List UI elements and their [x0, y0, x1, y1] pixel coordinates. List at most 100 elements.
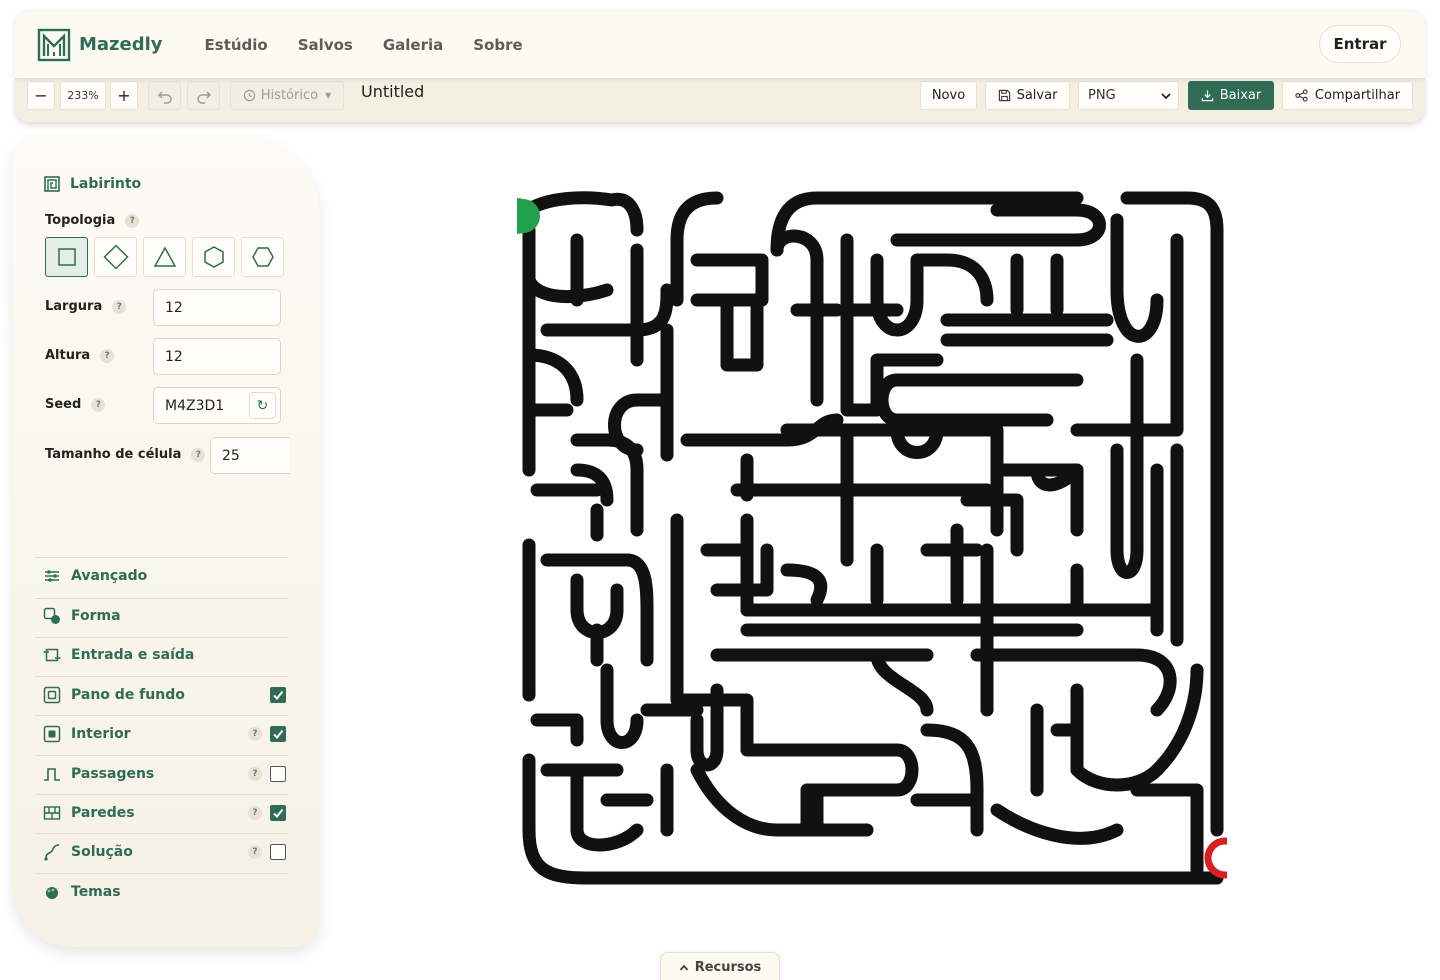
maze-section-icon	[44, 176, 60, 192]
checkmark-icon	[273, 808, 284, 819]
share-button[interactable]: Compartilhar	[1282, 81, 1413, 110]
chevron-down-icon	[1161, 93, 1171, 100]
undo-icon	[157, 91, 172, 104]
maze-wall	[570, 573, 624, 667]
section-label: Paredes	[71, 805, 135, 821]
section-themes[interactable]: Temas	[43, 881, 286, 903]
background-icon	[43, 686, 61, 704]
help-icon[interactable]: ?	[91, 397, 106, 412]
cell-size-label: Tamanho de célula	[45, 447, 182, 462]
editor-toolbar: − 233% + Histórico ▼ Untitled Novo Salva…	[15, 77, 1425, 122]
seed-row: Seed ?	[45, 397, 106, 412]
share-label: Compartilhar	[1314, 88, 1401, 103]
maze-section-header[interactable]: Labirinto	[43, 175, 141, 193]
octagon-icon	[251, 247, 274, 267]
topology-octagon-button[interactable]	[241, 237, 284, 277]
section-label: Passagens	[71, 766, 155, 782]
section-advanced[interactable]: Avançado	[43, 565, 286, 587]
maze-wall	[810, 783, 1204, 877]
redo-button[interactable]	[187, 81, 220, 110]
save-label: Salvar	[1016, 88, 1058, 103]
brand-name: Mazedly	[79, 34, 163, 55]
solution-icon	[44, 844, 60, 861]
maze-wall	[670, 513, 754, 717]
topology-triangle-button[interactable]	[143, 237, 186, 277]
topology-square-button[interactable]	[45, 237, 88, 277]
help-icon[interactable]: ?	[100, 348, 115, 363]
width-input[interactable]: 12	[153, 289, 281, 326]
divider	[35, 598, 288, 599]
maze-wall	[710, 543, 828, 607]
format-select[interactable]: PNG	[1078, 81, 1179, 110]
new-button[interactable]: Novo	[920, 81, 977, 110]
section-solution[interactable]: Solução ?	[43, 841, 286, 863]
nav-studio[interactable]: Estúdio	[205, 36, 268, 54]
help-icon[interactable]: ?	[248, 845, 262, 859]
hexagon-icon	[203, 246, 224, 268]
section-walls[interactable]: Paredes ?	[43, 802, 286, 824]
undo-button[interactable]	[148, 81, 181, 110]
section-entry-exit[interactable]: Entrada e saída	[43, 644, 286, 666]
entry-exit-icon	[43, 648, 61, 662]
redo-icon	[196, 91, 211, 104]
help-icon[interactable]: ?	[248, 767, 262, 781]
cell-size-input[interactable]: 25	[210, 437, 290, 474]
brand[interactable]: Mazedly	[37, 28, 163, 62]
solution-checkbox[interactable]	[270, 844, 286, 860]
resources-tab[interactable]: Recursos	[660, 952, 780, 980]
nav-gallery[interactable]: Galeria	[383, 36, 443, 54]
background-checkbox[interactable]	[270, 687, 286, 703]
triangle-icon	[153, 246, 176, 267]
help-icon[interactable]: ?	[191, 447, 206, 462]
help-icon[interactable]: ?	[248, 806, 262, 820]
section-shape[interactable]: Forma	[43, 605, 286, 627]
history-dropdown[interactable]: Histórico ▼	[230, 81, 344, 110]
maze-wall	[740, 703, 919, 837]
topology-row: Topologia ?	[45, 213, 140, 228]
seed-input[interactable]: M4Z3D1 ↻	[153, 387, 281, 424]
maze-canvas[interactable]	[517, 190, 1227, 885]
width-label: Largura	[45, 299, 103, 314]
height-input[interactable]: 12	[153, 338, 281, 375]
document-title[interactable]: Untitled	[361, 82, 424, 101]
maze-wall	[530, 663, 644, 749]
maze-wall	[540, 763, 654, 852]
divider	[35, 557, 288, 558]
maze-wall	[890, 203, 1106, 247]
topology-options	[45, 237, 284, 277]
nav-about[interactable]: Sobre	[473, 36, 522, 54]
topology-diamond-button[interactable]	[94, 237, 137, 277]
divider	[35, 637, 288, 638]
walls-checkbox[interactable]	[270, 805, 286, 821]
shape-icon	[43, 607, 60, 624]
refresh-icon[interactable]: ↻	[249, 392, 276, 419]
sliders-icon	[45, 570, 59, 582]
height-label: Altura	[45, 348, 91, 363]
divider	[35, 873, 288, 874]
settings-sidebar: Labirinto Topologia ? Largura ? 12 Altur…	[13, 135, 320, 947]
passages-checkbox[interactable]	[270, 766, 286, 782]
section-interior[interactable]: Interior ?	[43, 723, 286, 745]
nav-saved[interactable]: Salvos	[298, 36, 353, 54]
maze-wall	[522, 233, 644, 367]
checkmark-icon	[273, 690, 284, 701]
section-label: Forma	[71, 608, 121, 624]
interior-checkbox[interactable]	[270, 726, 286, 742]
divider	[35, 833, 288, 834]
section-label: Pano de fundo	[71, 687, 185, 703]
download-button[interactable]: Baixar	[1188, 81, 1274, 110]
zoom-out-button[interactable]: −	[27, 81, 55, 110]
floppy-icon	[998, 89, 1010, 102]
topology-label: Topologia	[45, 213, 116, 228]
help-icon[interactable]: ?	[112, 299, 127, 314]
help-icon[interactable]: ?	[125, 213, 140, 228]
save-button[interactable]: Salvar	[985, 81, 1070, 110]
interior-icon	[43, 725, 61, 743]
square-icon	[57, 248, 76, 266]
login-button[interactable]: Entrar	[1319, 25, 1401, 63]
zoom-in-button[interactable]: +	[110, 81, 138, 110]
section-passages[interactable]: Passagens ?	[43, 763, 286, 785]
section-background[interactable]: Pano de fundo	[43, 684, 286, 706]
help-icon[interactable]: ?	[248, 727, 262, 741]
topology-hexagon-button[interactable]	[192, 237, 235, 277]
